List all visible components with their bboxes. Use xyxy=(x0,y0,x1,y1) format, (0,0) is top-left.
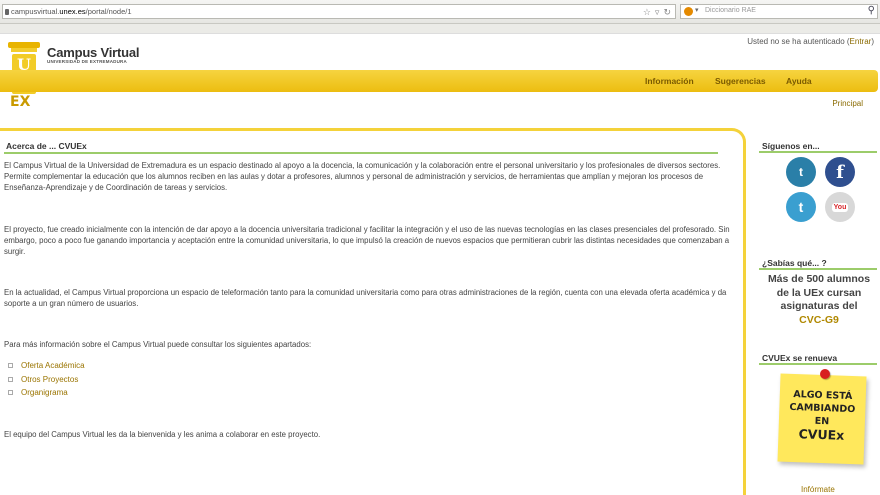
tuenti-icon[interactable]: t xyxy=(786,157,816,187)
logo-pillar-capital-lower xyxy=(11,48,37,52)
postit-text: ALGO ESTÁ CAMBIANDO EN CVUEx xyxy=(778,388,866,443)
closing-paragraph: El equipo del Campus Virtual les da la b… xyxy=(4,430,321,439)
youtube-icon[interactable]: You xyxy=(825,192,855,222)
search-engine-icon[interactable] xyxy=(684,7,693,16)
renueva-title: CVUEx se renueva xyxy=(762,353,838,363)
facebook-glyph: f xyxy=(836,161,844,183)
youtube-glyph: You xyxy=(831,202,849,212)
page-title: Acerca de ... CVUEx xyxy=(6,141,87,151)
list-item[interactable]: Organigrama xyxy=(8,386,85,400)
login-link[interactable]: Entrar xyxy=(850,37,872,46)
nav-informacion[interactable]: Información xyxy=(645,76,694,86)
twitter-icon[interactable]: t xyxy=(786,192,816,222)
url-prefix: campusvirtual. xyxy=(11,7,60,16)
bullet-icon xyxy=(8,376,13,382)
twitter-glyph: t xyxy=(798,199,804,215)
search-bar[interactable]: ▾ Diccionario RAE ⚲ xyxy=(680,4,878,19)
url-actions: ☆ ▿ ↻ xyxy=(639,7,671,18)
bookmarks-strip xyxy=(0,24,880,34)
bookmark-star-icon[interactable]: ☆ xyxy=(643,7,651,17)
main-nav: Información Sugerencias Ayuda xyxy=(0,70,878,92)
site-identity-icon[interactable] xyxy=(5,9,9,15)
auth-close: ) xyxy=(871,37,874,46)
sabias-title: ¿Sabías qué... ? xyxy=(762,258,827,268)
section-links: Oferta Académica Otros Proyectos Organig… xyxy=(8,359,85,400)
history-paragraph: El proyecto, fue creado inicialmente con… xyxy=(4,225,730,256)
url-path: /portal/node/1 xyxy=(85,7,132,16)
dropdown-arrow-icon[interactable]: ▿ xyxy=(655,7,660,17)
nav-ayuda[interactable]: Ayuda xyxy=(786,76,812,86)
sabias-line-1: Más de 500 alumnos xyxy=(767,273,871,285)
browser-toolbar: campusvirtual.unex.es/portal/node/1 ☆ ▿ ↻ … xyxy=(0,0,880,24)
link-organigrama[interactable]: Organigrama xyxy=(21,388,68,397)
auth-status: Usted no se ha autenticado (Entrar) xyxy=(747,37,874,46)
tuenti-glyph: t xyxy=(799,165,803,179)
sabias-highlight: CVC-G9 xyxy=(799,313,839,326)
search-placeholder: Diccionario RAE xyxy=(705,7,756,14)
renueva-divider xyxy=(759,363,877,365)
list-item[interactable]: Oferta Académica xyxy=(8,359,85,373)
informate-link[interactable]: Infórmate xyxy=(801,485,835,494)
logo-ex-text: EX xyxy=(10,94,31,110)
bullet-icon xyxy=(8,390,13,396)
sabias-line-2: de la UEx cursan xyxy=(776,286,862,299)
current-paragraph: En la actualidad, el Campus Virtual prop… xyxy=(4,288,727,308)
link-oferta-academica[interactable]: Oferta Académica xyxy=(21,361,85,370)
reload-icon[interactable]: ↻ xyxy=(663,7,671,17)
url-domain: unex.es xyxy=(59,7,86,16)
breadcrumb-principal[interactable]: Principal xyxy=(832,99,863,108)
postit-line-4: CVUEx xyxy=(798,426,845,443)
sabias-fact[interactable]: Más de 500 alumnos de la UEx cursan asig… xyxy=(760,273,878,327)
sabias-line-3: asignaturas del xyxy=(780,300,858,312)
search-engine-dropdown-icon[interactable]: ▾ xyxy=(695,6,699,14)
site-title[interactable]: Campus Virtual xyxy=(47,45,140,60)
url-bar[interactable]: campusvirtual.unex.es/portal/node/1 ☆ ▿ ↻ xyxy=(2,4,676,19)
list-item[interactable]: Otros Proyectos xyxy=(8,373,85,387)
site-subtitle: UNIVERSIDAD DE EXTREMADURA xyxy=(47,59,127,64)
sabias-divider xyxy=(759,268,877,270)
follow-title: Síguenos en... xyxy=(762,141,820,151)
intro-paragraph: El Campus Virtual de la Universidad de E… xyxy=(4,161,721,192)
follow-divider xyxy=(759,151,877,153)
link-otros-proyectos[interactable]: Otros Proyectos xyxy=(21,375,78,384)
nav-sugerencias[interactable]: Sugerencias xyxy=(715,76,766,86)
title-divider xyxy=(4,152,718,154)
renewal-postit[interactable]: ALGO ESTÁ CAMBIANDO EN CVUEx xyxy=(777,373,867,465)
facebook-icon[interactable]: f xyxy=(825,157,855,187)
pushpin-icon xyxy=(820,369,830,379)
bullet-icon xyxy=(8,363,13,369)
more-info-paragraph: Para más información sobre el Campus Vir… xyxy=(4,340,312,349)
auth-text: Usted no se ha autenticado ( xyxy=(747,37,850,46)
search-magnifier-icon[interactable]: ⚲ xyxy=(868,5,875,16)
